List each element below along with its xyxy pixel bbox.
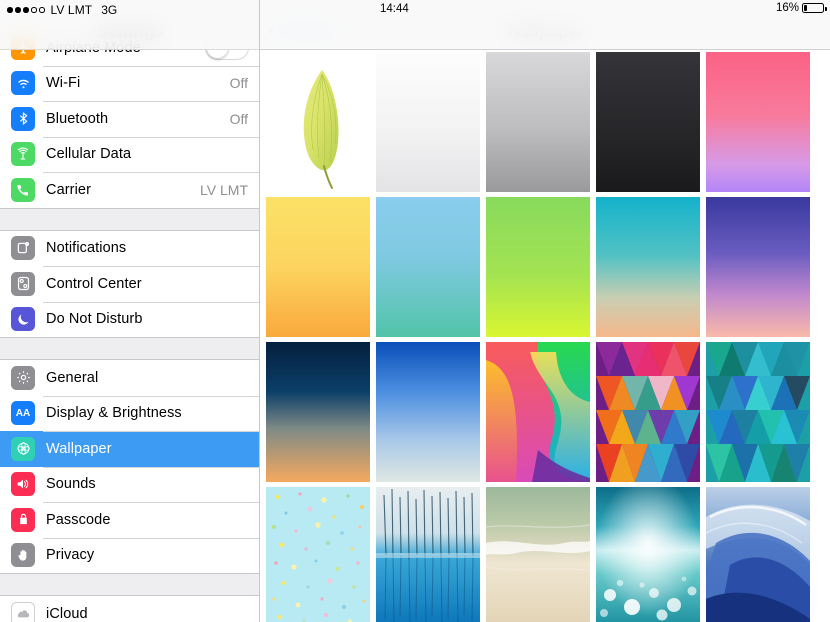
sidebar-status-bar: LV LMT 3G xyxy=(0,0,259,20)
wallpaper-tile-ocean-bokeh[interactable] xyxy=(596,487,700,622)
sidebar-item-sounds[interactable]: Sounds xyxy=(0,466,259,502)
lock-icon xyxy=(11,507,35,532)
sidebar-item-wifi[interactable]: Wi-Fi Off xyxy=(0,65,259,101)
wallpaper-grid[interactable] xyxy=(260,52,830,622)
wallpaper-detail-panel: Choose Wallpaper 14:44 16% xyxy=(260,0,830,622)
sidebar-group-divider xyxy=(0,207,259,231)
sidebar-item-label: Wi-Fi xyxy=(46,75,81,92)
battery-indicator: 16% xyxy=(775,2,827,14)
sidebar-group-accounts: iCloud xyxy=(0,596,259,622)
wallpaper-tile-teal-peach-gradient[interactable] xyxy=(596,197,700,337)
leaf-photo xyxy=(266,52,370,192)
sidebar-item-label: Cellular Data xyxy=(46,146,132,163)
speaker-icon xyxy=(11,472,35,497)
battery-percent-label: 16% xyxy=(775,2,799,14)
wallpaper-tile-confetti-dots[interactable] xyxy=(266,487,370,622)
battery-icon xyxy=(802,2,827,14)
wallpaper-tile-blue-teal-gradient[interactable] xyxy=(376,197,480,337)
sidebar-group-alerts: Notifications Control Center Do Not Dist… xyxy=(0,230,259,337)
gear-icon xyxy=(11,365,35,390)
wallpaper-tile-indigo-pink-gradient[interactable] xyxy=(706,197,810,337)
wallpaper-tile-blue-sky-gradient[interactable] xyxy=(376,342,480,482)
wallpaper-tile-dark-sunset-gradient[interactable] xyxy=(266,342,370,482)
sidebar-item-label: Carrier xyxy=(46,181,92,198)
moon-icon xyxy=(11,307,35,332)
sidebar-scroll-area[interactable]: Airplane Mode Wi-Fi Off Bluetooth Off xyxy=(0,0,259,622)
wallpaper-tile-green-leaf[interactable] xyxy=(266,52,370,192)
wallpaper-tile-blue-trees[interactable] xyxy=(376,487,480,622)
sidebar-item-label: Wallpaper xyxy=(46,440,112,457)
sidebar-item-general[interactable]: General xyxy=(0,360,259,396)
wallpaper-tile-pink-purple-gradient[interactable] xyxy=(706,52,810,192)
bluetooth-icon xyxy=(11,106,35,131)
sidebar-item-bluetooth[interactable]: Bluetooth Off xyxy=(0,101,259,137)
sidebar-group-divider xyxy=(0,573,259,596)
detail-status-bar: 14:44 16% xyxy=(260,0,830,20)
signal-strength-dots xyxy=(7,7,45,13)
hand-icon xyxy=(11,543,35,568)
text-size-icon: AA xyxy=(11,401,35,426)
sidebar-item-notifications[interactable]: Notifications xyxy=(0,230,259,266)
sidebar-item-label: Do Not Disturb xyxy=(46,311,143,328)
cellular-icon xyxy=(11,142,35,167)
sidebar-item-privacy[interactable]: Privacy xyxy=(0,537,259,573)
phone-icon xyxy=(11,177,35,202)
sidebar-item-label: Privacy xyxy=(46,547,95,564)
wallpaper-tile-charcoal-gradient[interactable] xyxy=(596,52,700,192)
wallpaper-tile-yellow-orange-gradient[interactable] xyxy=(266,197,370,337)
sidebar-item-label: Sounds xyxy=(46,476,96,493)
wallpaper-tile-green-lime-gradient[interactable] xyxy=(486,197,590,337)
status-network-label: 3G xyxy=(101,3,118,17)
sidebar-item-cellular-data[interactable]: Cellular Data xyxy=(0,136,259,172)
icloud-icon xyxy=(11,601,35,622)
wallpaper-tile-blue-wave[interactable] xyxy=(706,487,810,622)
sidebar-item-do-not-disturb[interactable]: Do Not Disturb xyxy=(0,301,259,337)
sidebar-item-label: Bluetooth xyxy=(46,110,109,127)
sidebar-item-label: Passcode xyxy=(46,511,111,528)
sidebar-item-display-brightness[interactable]: AA Display & Brightness xyxy=(0,395,259,431)
sidebar-item-label: Notifications xyxy=(46,240,127,257)
sidebar-item-icloud[interactable]: iCloud xyxy=(0,596,259,622)
notifications-icon xyxy=(11,236,35,261)
wallpaper-tile-warm-triangles[interactable] xyxy=(596,342,700,482)
sidebar-item-control-center[interactable]: Control Center xyxy=(0,266,259,302)
wifi-icon xyxy=(11,71,35,96)
sidebar-item-label: iCloud xyxy=(46,605,88,622)
status-carrier-label: LV LMT xyxy=(50,3,93,17)
sidebar-item-label: Control Center xyxy=(46,275,142,292)
control-center-icon xyxy=(11,271,35,296)
sidebar-item-wallpaper[interactable]: Wallpaper xyxy=(0,431,259,467)
sidebar-group-divider xyxy=(0,337,259,360)
sidebar-item-label: Display & Brightness xyxy=(46,405,182,422)
wallpaper-tile-beach-sand[interactable] xyxy=(486,487,590,622)
wallpaper-tile-abstract-curves[interactable] xyxy=(486,342,590,482)
sidebar-item-value: Off xyxy=(229,75,248,92)
wallpaper-tile-white-gradient[interactable] xyxy=(376,52,480,192)
status-time: 14:44 xyxy=(380,3,409,15)
sidebar-item-value: LV LMT xyxy=(200,181,248,198)
sidebar-item-label: General xyxy=(46,369,99,386)
sidebar-item-passcode[interactable]: Passcode xyxy=(0,502,259,538)
wallpaper-tile-gray-gradient[interactable] xyxy=(486,52,590,192)
flower-icon xyxy=(11,436,35,461)
settings-sidebar: Airplane Mode Wi-Fi Off Bluetooth Off xyxy=(0,0,260,622)
wallpaper-tile-cool-triangles[interactable] xyxy=(706,342,810,482)
sidebar-item-value: Off xyxy=(229,110,248,127)
sidebar-item-carrier[interactable]: Carrier LV LMT xyxy=(0,172,259,208)
sidebar-group-system: General AA Display & Brightness Wallpape… xyxy=(0,360,259,573)
